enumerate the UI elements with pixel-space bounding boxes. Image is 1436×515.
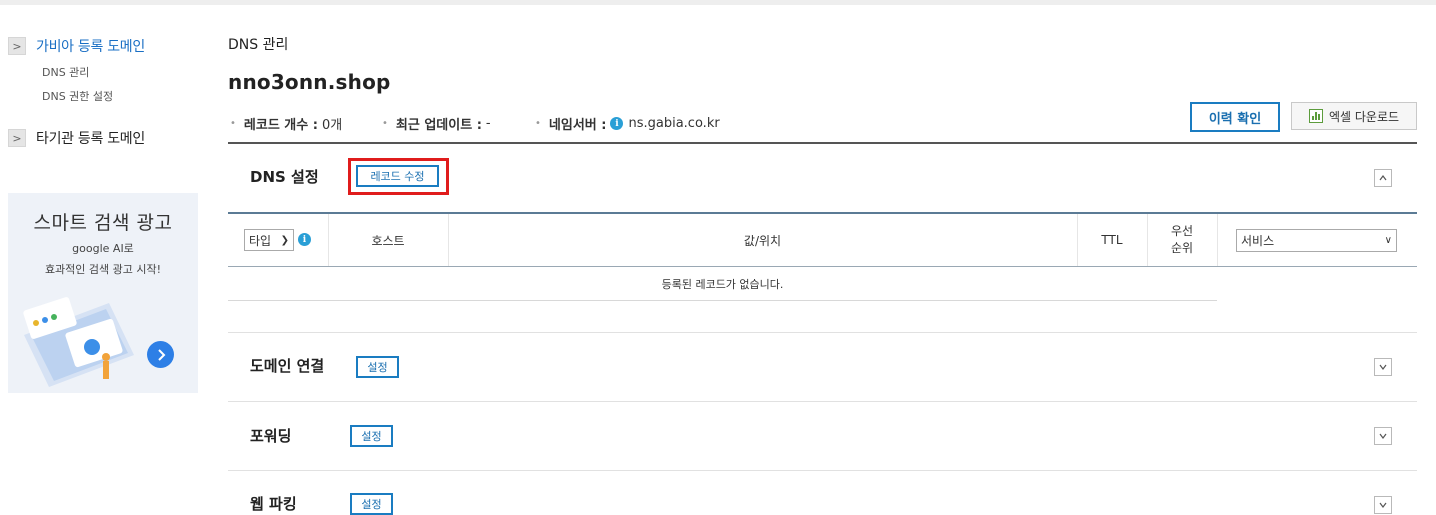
record-count-value: 0개 [321, 118, 343, 133]
sidebar-subitem-dns-management[interactable]: DNS 관리 [42, 64, 89, 80]
nameserver-label: 네임서버 : [548, 118, 607, 133]
ad-subtitle: google AI로 [72, 242, 134, 255]
section-title-web-parking: 웹 파킹 [250, 495, 297, 513]
sidebar-item-label: 타기관 등록 도메인 [36, 131, 145, 147]
smart-search-ad-banner[interactable]: 스마트 검색 광고 google AI로 효과적인 검색 광고 시작! [8, 193, 198, 393]
type-select-value: 타입 [249, 233, 272, 248]
chevron-down-icon [1379, 433, 1387, 439]
section-title-domain-connection: 도메인 연결 [250, 357, 325, 375]
sidebar-item-other-registrar-domains[interactable]: > 타기관 등록 도메인 [8, 128, 145, 148]
chevron-down-icon: ❯ [280, 234, 289, 246]
history-button[interactable]: 이력 확인 [1190, 102, 1280, 132]
expand-toggle-web-parking[interactable] [1374, 496, 1392, 514]
empty-records-message: 등록된 레코드가 없습니다. [228, 267, 1217, 301]
section-title-forwarding: 포워딩 [250, 427, 292, 445]
info-icon[interactable]: i [610, 117, 624, 130]
domain-connection-settings-button[interactable]: 설정 [356, 356, 399, 378]
top-bar [0, 0, 1436, 5]
ad-next-button[interactable] [147, 341, 174, 368]
divider [228, 470, 1417, 471]
page-breadcrumb: DNS 관리 [228, 37, 289, 53]
last-update-value: - [485, 116, 491, 131]
chevron-down-icon [1379, 364, 1387, 370]
divider [228, 332, 1417, 333]
service-select[interactable]: 서비스 ∨ [1236, 229, 1397, 252]
type-info-icon[interactable]: i [298, 233, 311, 246]
expand-toggle-domain-connection[interactable] [1374, 358, 1392, 376]
chevron-right-icon: > [8, 129, 26, 147]
excel-icon [1308, 109, 1323, 123]
nameserver-value: ns.gabia.co.kr [628, 116, 720, 131]
column-header-priority: 우선 순위 [1147, 214, 1217, 266]
priority-label-line2: 순위 [1170, 241, 1194, 255]
section-title-dns-settings: DNS 설정 [250, 168, 319, 186]
column-separator [1217, 214, 1218, 266]
column-header-host: 호스트 [371, 233, 405, 248]
collapse-toggle-dns[interactable] [1374, 169, 1392, 187]
highlight-box [348, 158, 449, 195]
ad-title: 스마트 검색 광고 [33, 212, 173, 234]
ad-subtitle: 효과적인 검색 광고 시작! [44, 263, 162, 276]
chevron-down-icon [1379, 502, 1387, 508]
sidebar-item-label: 가비아 등록 도메인 [36, 39, 145, 55]
laptop-illustration-icon [23, 297, 134, 387]
column-header-value: 값/위치 [743, 233, 782, 248]
chevron-up-icon [1379, 175, 1387, 181]
column-header-ttl: TTL [1101, 233, 1123, 247]
domain-title: nno3onn.shop [228, 70, 391, 94]
excel-download-label: 엑셀 다운로드 [1328, 109, 1400, 124]
type-select[interactable]: 타입 ❯ [244, 229, 294, 251]
chevron-right-icon [157, 348, 165, 361]
sidebar-subitem-dns-permission[interactable]: DNS 권한 설정 [42, 88, 113, 104]
last-update: • 최근 업데이트 : - [382, 116, 491, 133]
forwarding-settings-button[interactable]: 설정 [350, 425, 393, 447]
chevron-right-icon: > [8, 37, 26, 55]
expand-toggle-forwarding[interactable] [1374, 427, 1392, 445]
divider [228, 401, 1417, 402]
record-count-label: 레코드 개수 : [243, 118, 318, 133]
record-count: • 레코드 개수 : 0개 [230, 114, 342, 133]
chevron-down-icon: ∨ [1384, 235, 1392, 246]
web-parking-settings-button[interactable]: 설정 [350, 493, 393, 515]
divider [228, 142, 1417, 144]
nameserver: • 네임서버 : i ns.gabia.co.kr [535, 116, 720, 133]
sidebar-item-gabia-domains[interactable]: > 가비아 등록 도메인 [8, 36, 145, 56]
service-select-value: 서비스 [1241, 234, 1275, 248]
last-update-label: 최근 업데이트 : [395, 118, 482, 133]
excel-download-button[interactable]: 엑셀 다운로드 [1291, 102, 1417, 130]
priority-label-line1: 우선 [1170, 224, 1194, 238]
